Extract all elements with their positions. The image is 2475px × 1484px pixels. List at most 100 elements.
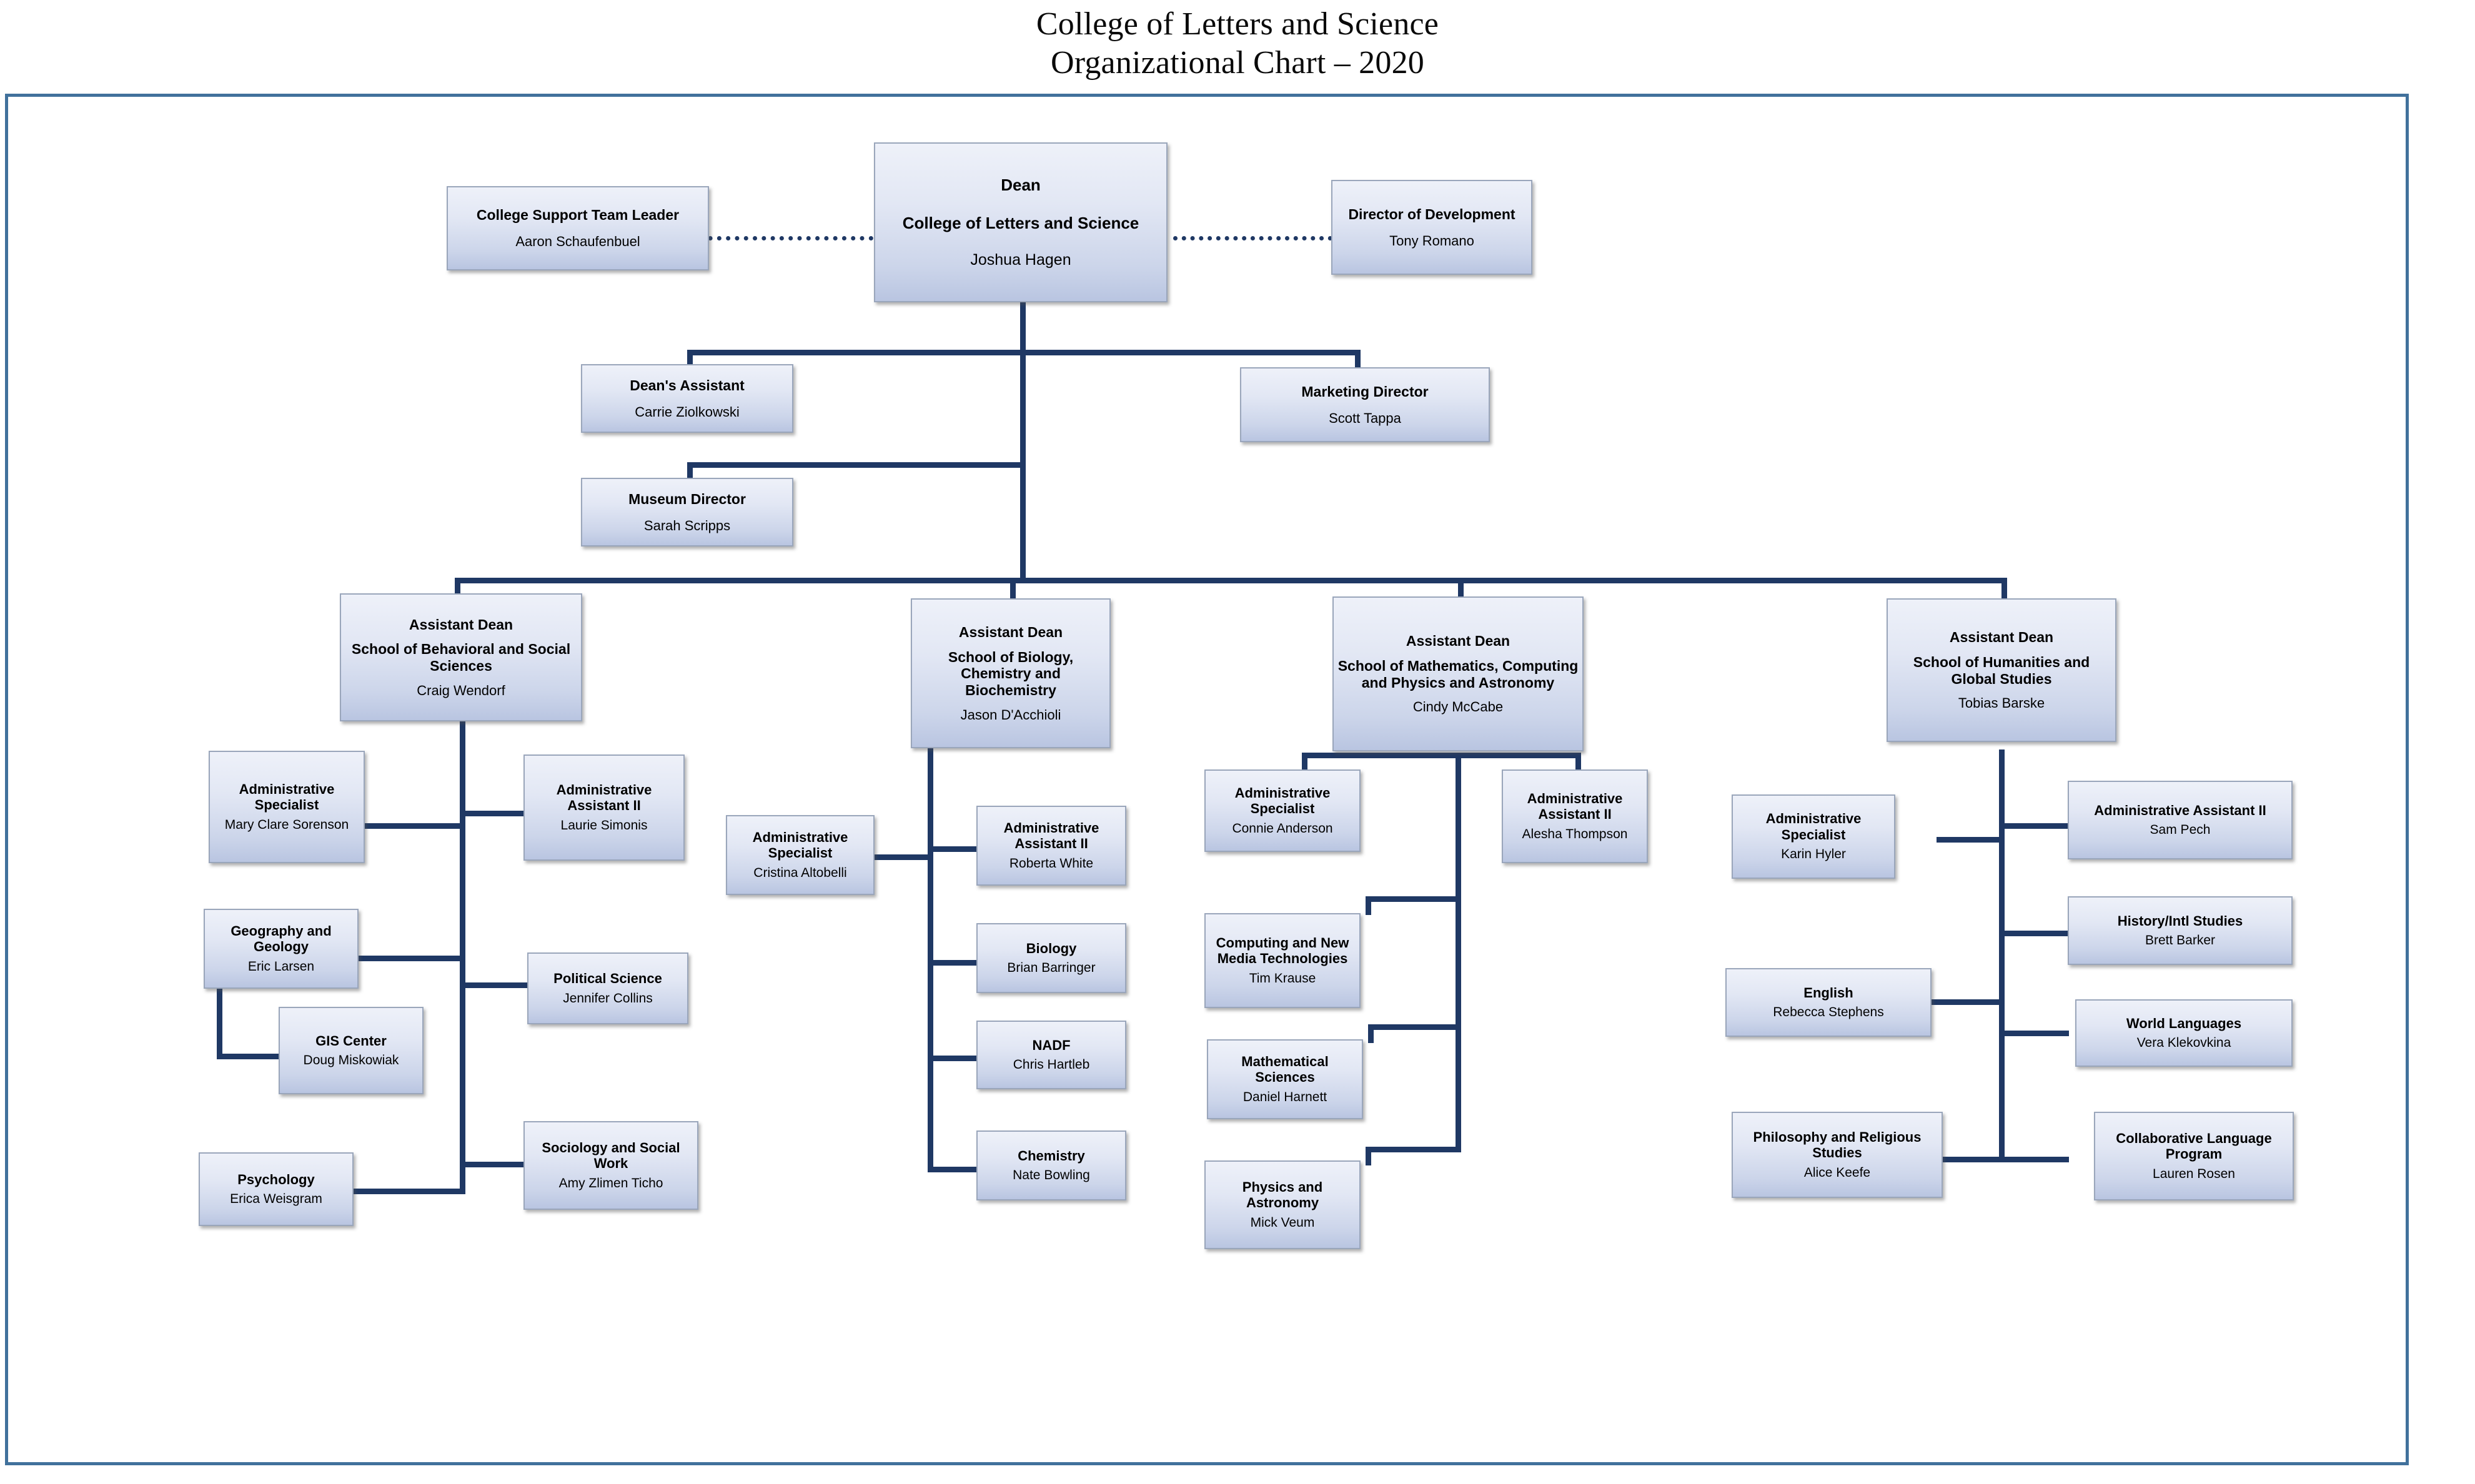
node-hum-phil-person: Alice Keefe <box>1803 1165 1871 1180</box>
node-math-administrative-specialist[interactable]: Administrative Specialist Connie Anderso… <box>1204 769 1361 852</box>
node-dean-title: Dean <box>1001 176 1041 195</box>
node-math-mathematical-sciences[interactable]: Mathematical Sciences Daniel Harnett <box>1207 1039 1363 1119</box>
connector-assistant-deans-bar <box>455 578 2007 583</box>
node-bss-soc-title: Sociology and Social Work <box>542 1139 680 1172</box>
connector-math-cnmt-drop <box>1366 896 1371 915</box>
node-bss-geography-and-geology[interactable]: Geography and Geology Eric Larsen <box>204 909 359 989</box>
connector-bio-nadf <box>928 1056 978 1061</box>
node-assistant-dean-mathematics-computing-physics-astronomy[interactable]: Assistant Dean School of Mathematics, Co… <box>1332 596 1584 751</box>
connector-math-admasst-bar <box>1456 753 1581 758</box>
node-museum-director-person: Sarah Scripps <box>643 517 731 533</box>
node-bio-chemistry[interactable]: Chemistry Nate Bowling <box>976 1130 1126 1200</box>
node-assistant-dean-humanities-global-studies[interactable]: Assistant Dean School of Humanities and … <box>1887 598 2116 742</box>
node-bio-administrative-specialist[interactable]: Administrative Specialist Cristina Altob… <box>726 815 875 895</box>
node-hum-collaborative-language-program[interactable]: Collaborative Language Program Lauren Ro… <box>2094 1112 2294 1200</box>
node-bio-biology-person: Brian Barringer <box>1007 961 1096 976</box>
node-deans-assistant-title: Dean's Assistant <box>630 377 745 393</box>
node-bss-administrative-assistant-ii[interactable]: Administrative Assistant II Laurie Simon… <box>523 754 685 861</box>
connector-bio-admasst <box>928 846 978 852</box>
node-bss-psychology[interactable]: Psychology Erica Weisgram <box>199 1152 354 1226</box>
node-bio-admspec-title: Administrative Specialist <box>752 829 848 861</box>
node-ad-hum-title: Assistant Dean <box>1949 629 2054 646</box>
node-hum-admasst-person: Sam Pech <box>2150 823 2211 838</box>
node-bss-polsci-title: Political Science <box>553 971 662 987</box>
node-director-of-development[interactable]: Director of Development Tony Romano <box>1331 180 1532 275</box>
connector-math-mathsci-drop <box>1368 1024 1374 1043</box>
node-hum-philosophy-religious-studies[interactable]: Philosophy and Religious Studies Alice K… <box>1732 1112 1943 1198</box>
node-math-cnmt-title: Computing and New Media Technologies <box>1216 934 1349 967</box>
connector-math-cnmt <box>1366 896 1461 902</box>
node-museum-director[interactable]: Museum Director Sarah Scripps <box>581 478 793 547</box>
title-line-1: College of Letters and Science <box>1036 6 1439 42</box>
node-college-support-team-leader-title: College Support Team Leader <box>476 207 680 224</box>
connector-bio-admspec <box>875 854 933 860</box>
node-hum-history-intl-studies[interactable]: History/Intl Studies Brett Barker <box>2068 896 2293 965</box>
node-ad-bio-title: Assistant Dean <box>958 623 1063 640</box>
node-bio-nadf-title: NADF <box>1032 1037 1071 1053</box>
node-bio-biology-title: Biology <box>1026 940 1077 956</box>
node-bss-administrative-specialist[interactable]: Administrative Specialist Mary Clare Sor… <box>209 751 365 863</box>
connector-marketing-director-drop <box>1355 350 1361 369</box>
node-hum-world-title: World Languages <box>2126 1015 2242 1031</box>
org-chart-page: College of Letters and Science Organizat… <box>0 0 2475 1484</box>
node-ad-math-person: Cindy McCabe <box>1412 699 1504 715</box>
node-dean[interactable]: Dean College of Letters and Science Josh… <box>874 142 1168 302</box>
node-math-admasst-title: Administrative Assistant II <box>1527 790 1623 823</box>
connector-ad-bio-drop <box>1010 578 1016 600</box>
node-bss-political-science[interactable]: Political Science Jennifer Collins <box>527 952 688 1024</box>
node-director-of-development-title: Director of Development <box>1348 205 1515 222</box>
node-bio-admasst-person: Roberta White <box>1009 856 1094 871</box>
node-math-computing-new-media-technologies[interactable]: Computing and New Media Technologies Tim… <box>1204 913 1361 1008</box>
connector-bio-spine <box>928 747 933 1172</box>
connector-math-admspec-drop <box>1302 753 1307 771</box>
node-college-support-team-leader[interactable]: College Support Team Leader Aaron Schauf… <box>447 186 709 270</box>
node-math-administrative-assistant-ii[interactable]: Administrative Assistant II Alesha Thomp… <box>1502 769 1648 863</box>
connector-dashed-dean-development <box>1173 236 1332 240</box>
node-bio-chem-person: Nate Bowling <box>1013 1168 1090 1183</box>
node-ad-bss-title: Assistant Dean <box>409 616 513 633</box>
connector-bio-chem <box>928 1167 978 1172</box>
connector-hum-admasst <box>1999 823 2069 829</box>
node-ad-math-subtitle: School of Mathematics, Computing and Phy… <box>1337 657 1579 691</box>
node-hum-world-languages[interactable]: World Languages Vera Klekovkina <box>2075 999 2293 1067</box>
node-deans-assistant[interactable]: Dean's Assistant Carrie Ziolkowski <box>581 364 793 433</box>
node-ad-math-title: Assistant Dean <box>1406 633 1510 650</box>
node-hum-administrative-specialist[interactable]: Administrative Specialist Karin Hyler <box>1732 794 1895 879</box>
node-ad-hum-person: Tobias Barske <box>1958 695 2045 711</box>
node-bss-gis-center[interactable]: GIS Center Doug Miskowiak <box>279 1007 424 1094</box>
node-bss-geog-person: Eric Larsen <box>247 959 315 974</box>
connector-museum-director <box>687 462 1025 468</box>
node-bss-gis-person: Doug Miskowiak <box>303 1053 399 1068</box>
node-math-admspec-person: Connie Anderson <box>1232 821 1333 836</box>
node-hum-collab-title: Collaborative Language Program <box>2116 1130 2272 1162</box>
node-assistant-dean-biology-chemistry-biochemistry[interactable]: Assistant Dean School of Biology, Chemis… <box>911 598 1111 748</box>
connector-hum-world <box>1999 1031 2069 1036</box>
connector-math-mathsci <box>1368 1024 1461 1030</box>
connector-ad-hum-drop <box>2001 578 2007 600</box>
connector-hum-admspec <box>1937 837 2004 843</box>
connector-math-physics-drop <box>1366 1147 1371 1165</box>
node-marketing-director[interactable]: Marketing Director Scott Tappa <box>1240 367 1490 442</box>
node-bss-sociology-and-social-work[interactable]: Sociology and Social Work Amy Zlimen Tic… <box>523 1121 698 1210</box>
connector-hum-collab <box>1999 1157 2069 1162</box>
node-hum-admspec-title: Administrative Specialist <box>1765 811 1862 843</box>
node-hum-history-title: History/Intl Studies <box>2117 913 2243 929</box>
node-museum-director-title: Museum Director <box>628 490 746 507</box>
connector-math-admasst-drop <box>1575 753 1581 771</box>
connector-bss-admasst <box>460 811 525 816</box>
node-bio-biology[interactable]: Biology Brian Barringer <box>976 923 1126 993</box>
node-math-physics-person: Mick Veum <box>1250 1215 1315 1230</box>
node-bss-admspec-person: Mary Clare Sorenson <box>224 817 349 832</box>
connector-hum-spine <box>1999 749 2005 1162</box>
node-hum-english[interactable]: English Rebecca Stephens <box>1725 968 1932 1037</box>
node-bio-administrative-assistant-ii[interactable]: Administrative Assistant II Roberta Whit… <box>976 806 1126 886</box>
node-ad-hum-subtitle: School of Humanities and Global Studies <box>1913 653 2090 687</box>
node-hum-administrative-assistant-ii[interactable]: Administrative Assistant II Sam Pech <box>2068 781 2293 859</box>
node-hum-admasst-title: Administrative Assistant II <box>2094 802 2266 818</box>
connector-deans-assistant-drop <box>687 350 693 365</box>
node-assistant-dean-behavioral-social-sciences[interactable]: Assistant Dean School of Behavioral and … <box>340 593 582 721</box>
node-bio-nadf[interactable]: NADF Chris Hartleb <box>976 1021 1126 1089</box>
node-math-physics-and-astronomy[interactable]: Physics and Astronomy Mick Veum <box>1204 1160 1361 1249</box>
title-line-2: Organizational Chart – 2020 <box>1051 45 1424 81</box>
node-bss-soc-person: Amy Zlimen Ticho <box>558 1175 663 1190</box>
